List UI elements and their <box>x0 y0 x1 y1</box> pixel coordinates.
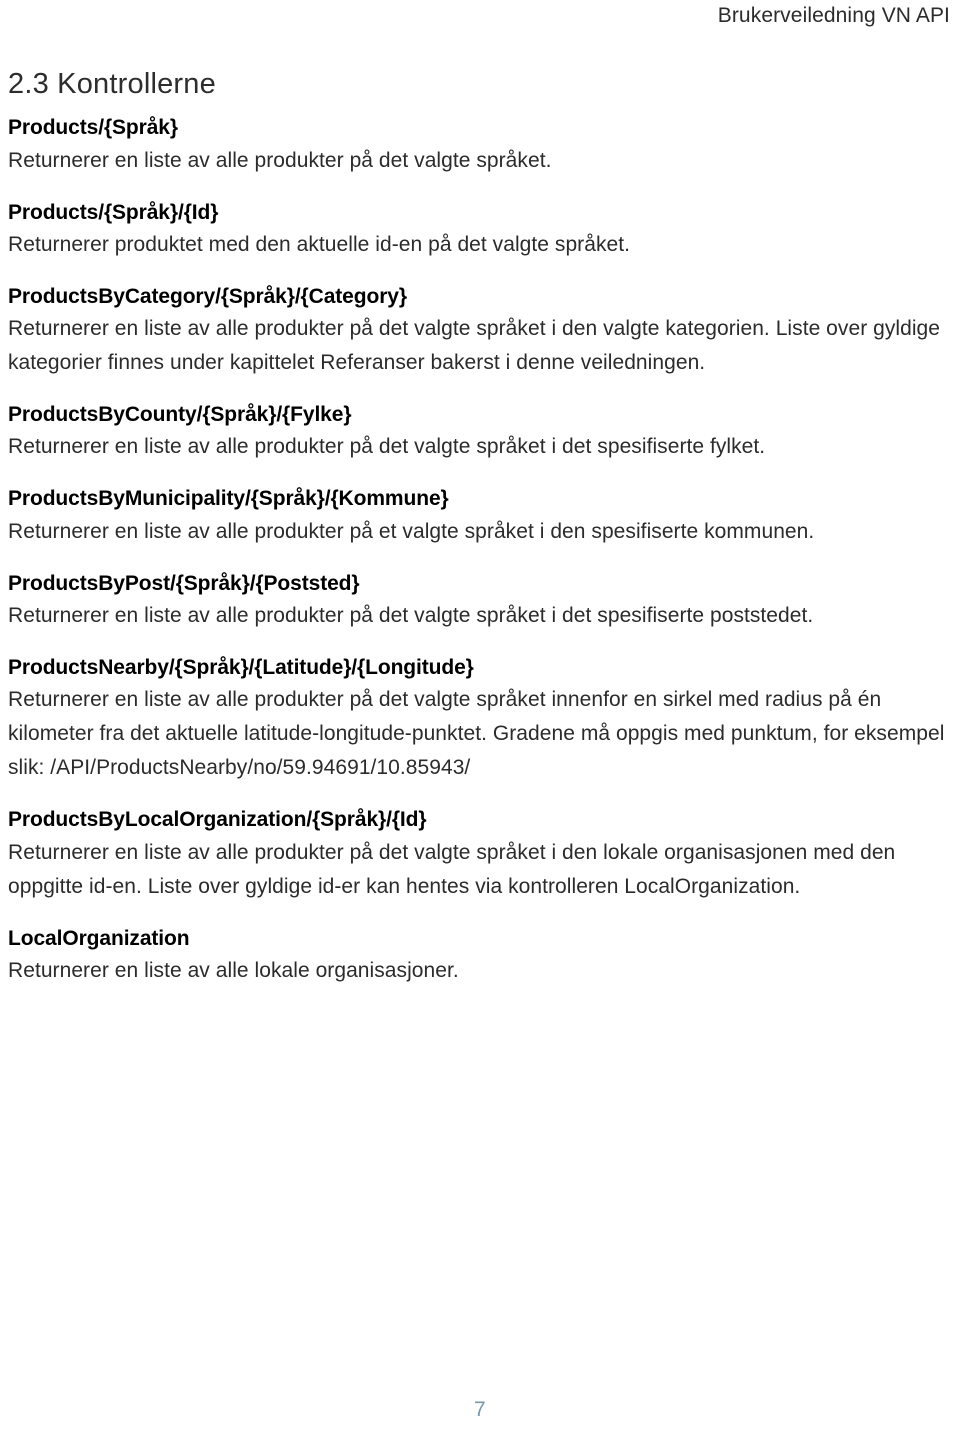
endpoint-name: LocalOrganization <box>8 926 190 950</box>
page-footer: 7 <box>0 1398 960 1422</box>
endpoint-entry: ProductsByCategory/{Språk}/{Category} Re… <box>8 284 952 380</box>
endpoint-entry: LocalOrganization Returnerer en liste av… <box>8 926 952 988</box>
endpoint-description: Returnerer en liste av alle produkter på… <box>8 519 815 543</box>
running-header-title: Brukerveiledning VN API <box>717 4 950 27</box>
endpoint-name: ProductsByCategory/{Språk}/{Category} <box>8 284 407 308</box>
document-page: Brukerveiledning VN API 2.3 Kontrollerne… <box>0 0 960 1440</box>
endpoint-entry: ProductsNearby/{Språk}/{Latitude}/{Longi… <box>8 655 952 785</box>
endpoint-description: Returnerer en liste av alle produkter på… <box>8 840 896 898</box>
endpoint-entry: ProductsByMunicipality/{Språk}/{Kommune}… <box>8 486 952 548</box>
endpoint-description: Returnerer en liste av alle lokale organ… <box>8 958 459 982</box>
endpoint-entry: ProductsByCounty/{Språk}/{Fylke} Returne… <box>8 402 952 464</box>
endpoint-entry: ProductsByPost/{Språk}/{Poststed} Return… <box>8 571 952 633</box>
endpoint-entry: Products/{Språk} Returnerer en liste av … <box>8 115 952 177</box>
endpoint-name: Products/{Språk}/{Id} <box>8 200 219 224</box>
endpoint-name: ProductsByMunicipality/{Språk}/{Kommune} <box>8 487 449 511</box>
endpoint-name: ProductsByPost/{Språk}/{Poststed} <box>8 571 360 595</box>
endpoint-description: Returnerer en liste av alle produkter på… <box>8 148 552 172</box>
page-content: 2.3 Kontrollerne Products/{Språk} Return… <box>8 38 952 988</box>
endpoint-name: ProductsByCounty/{Språk}/{Fylke} <box>8 403 352 427</box>
endpoint-name: Products/{Språk} <box>8 116 178 140</box>
endpoint-name: ProductsNearby/{Språk}/{Latitude}/{Longi… <box>8 655 474 679</box>
page-number: 7 <box>474 1398 486 1421</box>
page-title: 2.3 Kontrollerne <box>8 68 216 100</box>
running-header: Brukerveiledning VN API <box>8 0 952 38</box>
endpoint-description: Returnerer en liste av alle produkter på… <box>8 435 766 459</box>
endpoint-description: Returnerer produktet med den aktuelle id… <box>8 232 630 256</box>
endpoint-description: Returnerer en liste av alle produkter på… <box>8 317 941 375</box>
endpoint-description: Returnerer en liste av alle produkter på… <box>8 688 945 780</box>
endpoint-entry: Products/{Språk}/{Id} Returnerer produkt… <box>8 200 952 262</box>
endpoint-name: ProductsByLocalOrganization/{Språk}/{Id} <box>8 808 427 832</box>
endpoint-description: Returnerer en liste av alle produkter på… <box>8 603 814 627</box>
endpoint-entry: ProductsByLocalOrganization/{Språk}/{Id}… <box>8 807 952 903</box>
